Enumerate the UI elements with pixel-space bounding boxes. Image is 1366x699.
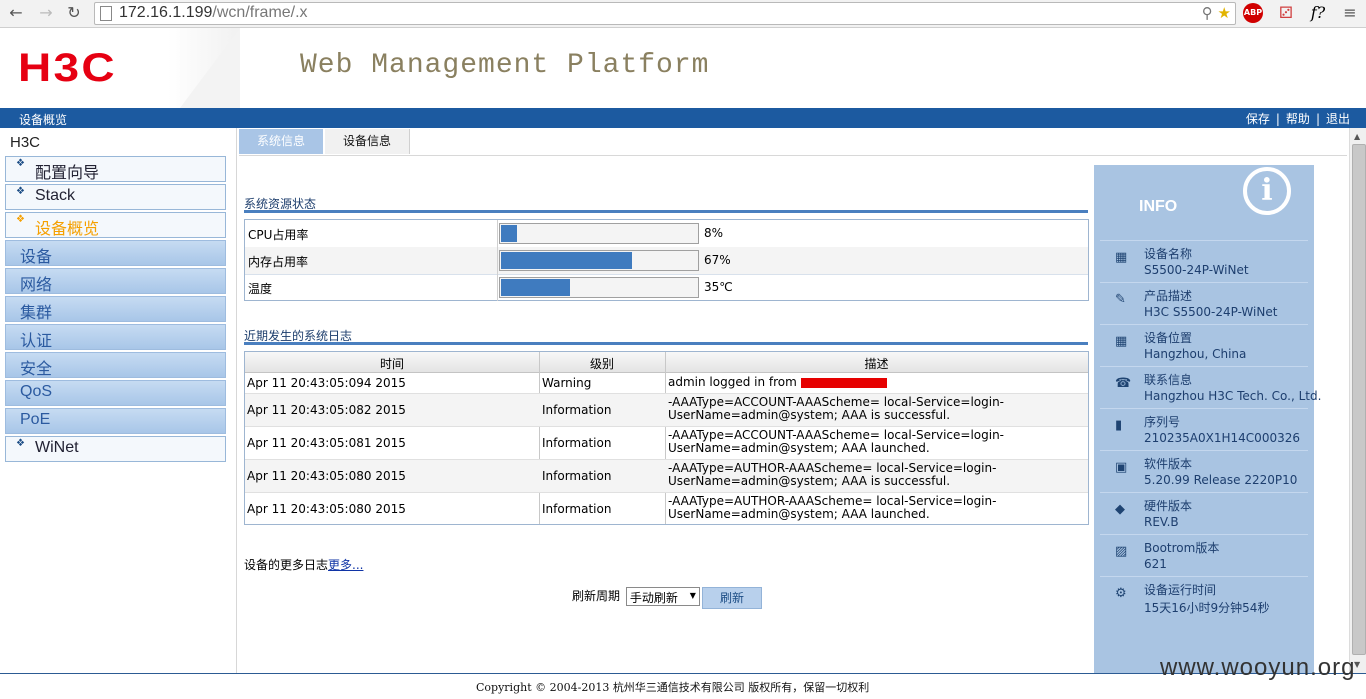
- col-desc: 描述: [864, 357, 889, 371]
- menu-icon[interactable]: ≡: [1340, 3, 1360, 23]
- resource-row-memory: 内存占用率 67%: [245, 247, 1088, 275]
- sidebar-item-cluster[interactable]: 集群: [5, 296, 226, 322]
- redacted-address: [800, 377, 887, 388]
- serial-icon: ▮: [1115, 418, 1123, 433]
- sidebar-item-security[interactable]: 安全: [5, 352, 226, 378]
- sidebar-item-network[interactable]: 网络: [5, 268, 226, 294]
- copyright: Copyright © 2004-2013 杭州华三通信技术有限公司 版权所有，…: [476, 681, 870, 694]
- refresh-button[interactable]: 刷新: [702, 587, 762, 609]
- back-icon[interactable]: ←: [6, 3, 26, 23]
- browser-toolbar: ← → ↻ 172.16.1.199/wcn/frame/.x ⚲ ★ ABP …: [0, 0, 1366, 28]
- sidebar-item-stack[interactable]: ❖ Stack: [5, 184, 226, 210]
- forward-icon[interactable]: →: [36, 3, 56, 23]
- platform-title: Web Management Platform: [300, 50, 710, 81]
- bootrom-icon: ▨: [1115, 544, 1128, 559]
- sidebar-item-wizard[interactable]: ❖ 配置向导: [5, 156, 226, 182]
- help-link[interactable]: 帮助: [1280, 112, 1316, 126]
- more-logs: 设备的更多日志更多...: [244, 558, 364, 572]
- info-title: INFO: [1139, 198, 1178, 215]
- table-row: Apr 11 20:43:05:081 2015 Information -AA…: [245, 427, 1088, 460]
- info-uptime: ⚙ 设备运行时间 15天16小时9分钟54秒: [1100, 576, 1308, 617]
- divider: [244, 210, 1088, 213]
- table-row: Apr 11 20:43:05:080 2015 Information -AA…: [247, 494, 997, 521]
- location-icon: ▦: [1115, 334, 1128, 349]
- info-hardware: ◆ 硬件版本 REV.B: [1100, 492, 1308, 533]
- page-icon: [100, 6, 112, 21]
- sidebar-root: H3C: [10, 134, 41, 151]
- save-link[interactable]: 保存: [1240, 112, 1276, 126]
- info-icon: i: [1243, 167, 1291, 215]
- info-location: ▦ 设备位置 Hangzhou, China: [1100, 324, 1308, 365]
- table-row: Apr 11 20:43:05:080 2015 Information -AA…: [245, 460, 1088, 493]
- vertical-scrollbar[interactable]: ▲ ▼: [1349, 128, 1366, 673]
- resource-table: CPU占用率 8% 内存占用率 67% 温度 35℃: [244, 219, 1089, 301]
- address-bar[interactable]: 172.16.1.199/wcn/frame/.x ⚲ ★: [94, 2, 1236, 25]
- diamond-icon: ❖: [16, 214, 25, 225]
- app-header: H3C Web Management Platform: [0, 28, 1366, 108]
- info-software: ▣ 软件版本 5.20.99 Release 2220P10: [1100, 450, 1308, 491]
- col-level: 级别: [589, 357, 614, 371]
- refresh-control: 刷新周期 手动刷新 ▼: [572, 587, 700, 606]
- dropdown-arrow-icon: ▼: [689, 591, 696, 600]
- col-time: 时间: [379, 357, 404, 371]
- contact-icon: ☎: [1115, 376, 1132, 391]
- log-table-header: 时间 级别 描述: [245, 352, 1088, 373]
- refresh-label: 刷新周期: [572, 589, 621, 603]
- info-bootrom: ▨ Bootrom版本 621: [1100, 534, 1308, 575]
- cpu-progress-bar: [499, 223, 699, 244]
- sidebar-item-device[interactable]: 设备: [5, 240, 226, 266]
- sidebar-item-auth[interactable]: 认证: [5, 324, 226, 350]
- software-icon: ▣: [1115, 460, 1128, 475]
- uptime-icon: ⚙: [1115, 586, 1127, 601]
- hardware-icon: ◆: [1115, 502, 1125, 517]
- device-icon: ▦: [1115, 250, 1128, 265]
- tab-device-info[interactable]: 设备信息: [325, 129, 410, 154]
- table-row: Apr 11 20:43:05:094 2015 Warning admin l…: [245, 373, 1088, 394]
- more-logs-link[interactable]: 更多...: [328, 558, 363, 572]
- sidebar: H3C ❖ 配置向导 ❖ Stack ❖ 设备概览 设备 网络 集群 认证 安全 Qo…: [0, 128, 237, 673]
- function-extension-icon[interactable]: f?: [1308, 3, 1328, 23]
- top-nav-bar: 设备概览 保存 | 帮助 | 退出: [0, 108, 1366, 128]
- info-panel: i INFO ▦ 设备名称 S5500-24P-WiNet ✎ 产品描述 H3C S55…: [1094, 165, 1321, 673]
- refresh-period-select[interactable]: 手动刷新 ▼: [625, 587, 700, 606]
- adblock-icon[interactable]: ABP: [1243, 3, 1263, 23]
- info-contact: ☎ 联系信息 Hangzhou H3C Tech. Co., Ltd.: [1100, 366, 1321, 407]
- divider: [244, 342, 1088, 345]
- info-serial: ▮ 序列号 210235A0X1H14C000326: [1100, 408, 1308, 449]
- product-icon: ✎: [1115, 292, 1126, 307]
- info-product-desc: ✎ 产品描述 H3C S5500-24P-WiNet: [1100, 282, 1308, 323]
- extension-icon[interactable]: ⚂: [1276, 3, 1296, 23]
- logout-link[interactable]: 退出: [1320, 112, 1356, 126]
- tab-bar: 系统信息 设备信息: [239, 129, 1347, 156]
- resource-row-cpu: CPU占用率 8%: [245, 220, 1088, 248]
- tab-system-info[interactable]: 系统信息: [239, 129, 323, 154]
- sidebar-item-overview[interactable]: ❖ 设备概览: [5, 212, 226, 238]
- h3c-logo: H3C: [18, 46, 117, 90]
- main-content: 系统信息 设备信息 系统资源状态 CPU占用率 8% 内存占用率 67% 温度 …: [238, 128, 1349, 673]
- diamond-icon: ❖: [16, 158, 25, 169]
- reload-icon[interactable]: ↻: [64, 3, 84, 23]
- temperature-progress-bar: [499, 277, 699, 298]
- key-icon[interactable]: ⚲: [1202, 4, 1213, 22]
- table-row: Apr 11 20:43:05:082 2015 Information -AA…: [245, 394, 1088, 427]
- scroll-thumb[interactable]: [1352, 144, 1366, 655]
- log-table: 时间 级别 描述 Apr 11 20:43:05:094 2015 Warnin…: [244, 351, 1089, 525]
- star-icon[interactable]: ★: [1218, 4, 1231, 22]
- resource-row-temperature: 温度 35℃: [245, 274, 1088, 301]
- watermark: www.wooyun.org: [1160, 654, 1356, 681]
- sidebar-item-poe[interactable]: PoE: [5, 408, 226, 434]
- sidebar-item-qos[interactable]: QoS: [5, 380, 226, 406]
- info-device-name: ▦ 设备名称 S5500-24P-WiNet: [1100, 240, 1308, 281]
- url-text: 172.16.1.199/wcn/frame/.x: [119, 4, 308, 21]
- sidebar-item-winet[interactable]: ❖ WiNet: [5, 436, 226, 462]
- scroll-up-icon[interactable]: ▲: [1354, 132, 1360, 141]
- diamond-icon: ❖: [16, 186, 25, 197]
- memory-progress-bar: [499, 250, 699, 271]
- diamond-icon: ❖: [16, 438, 25, 449]
- breadcrumb: 设备概览: [19, 113, 68, 127]
